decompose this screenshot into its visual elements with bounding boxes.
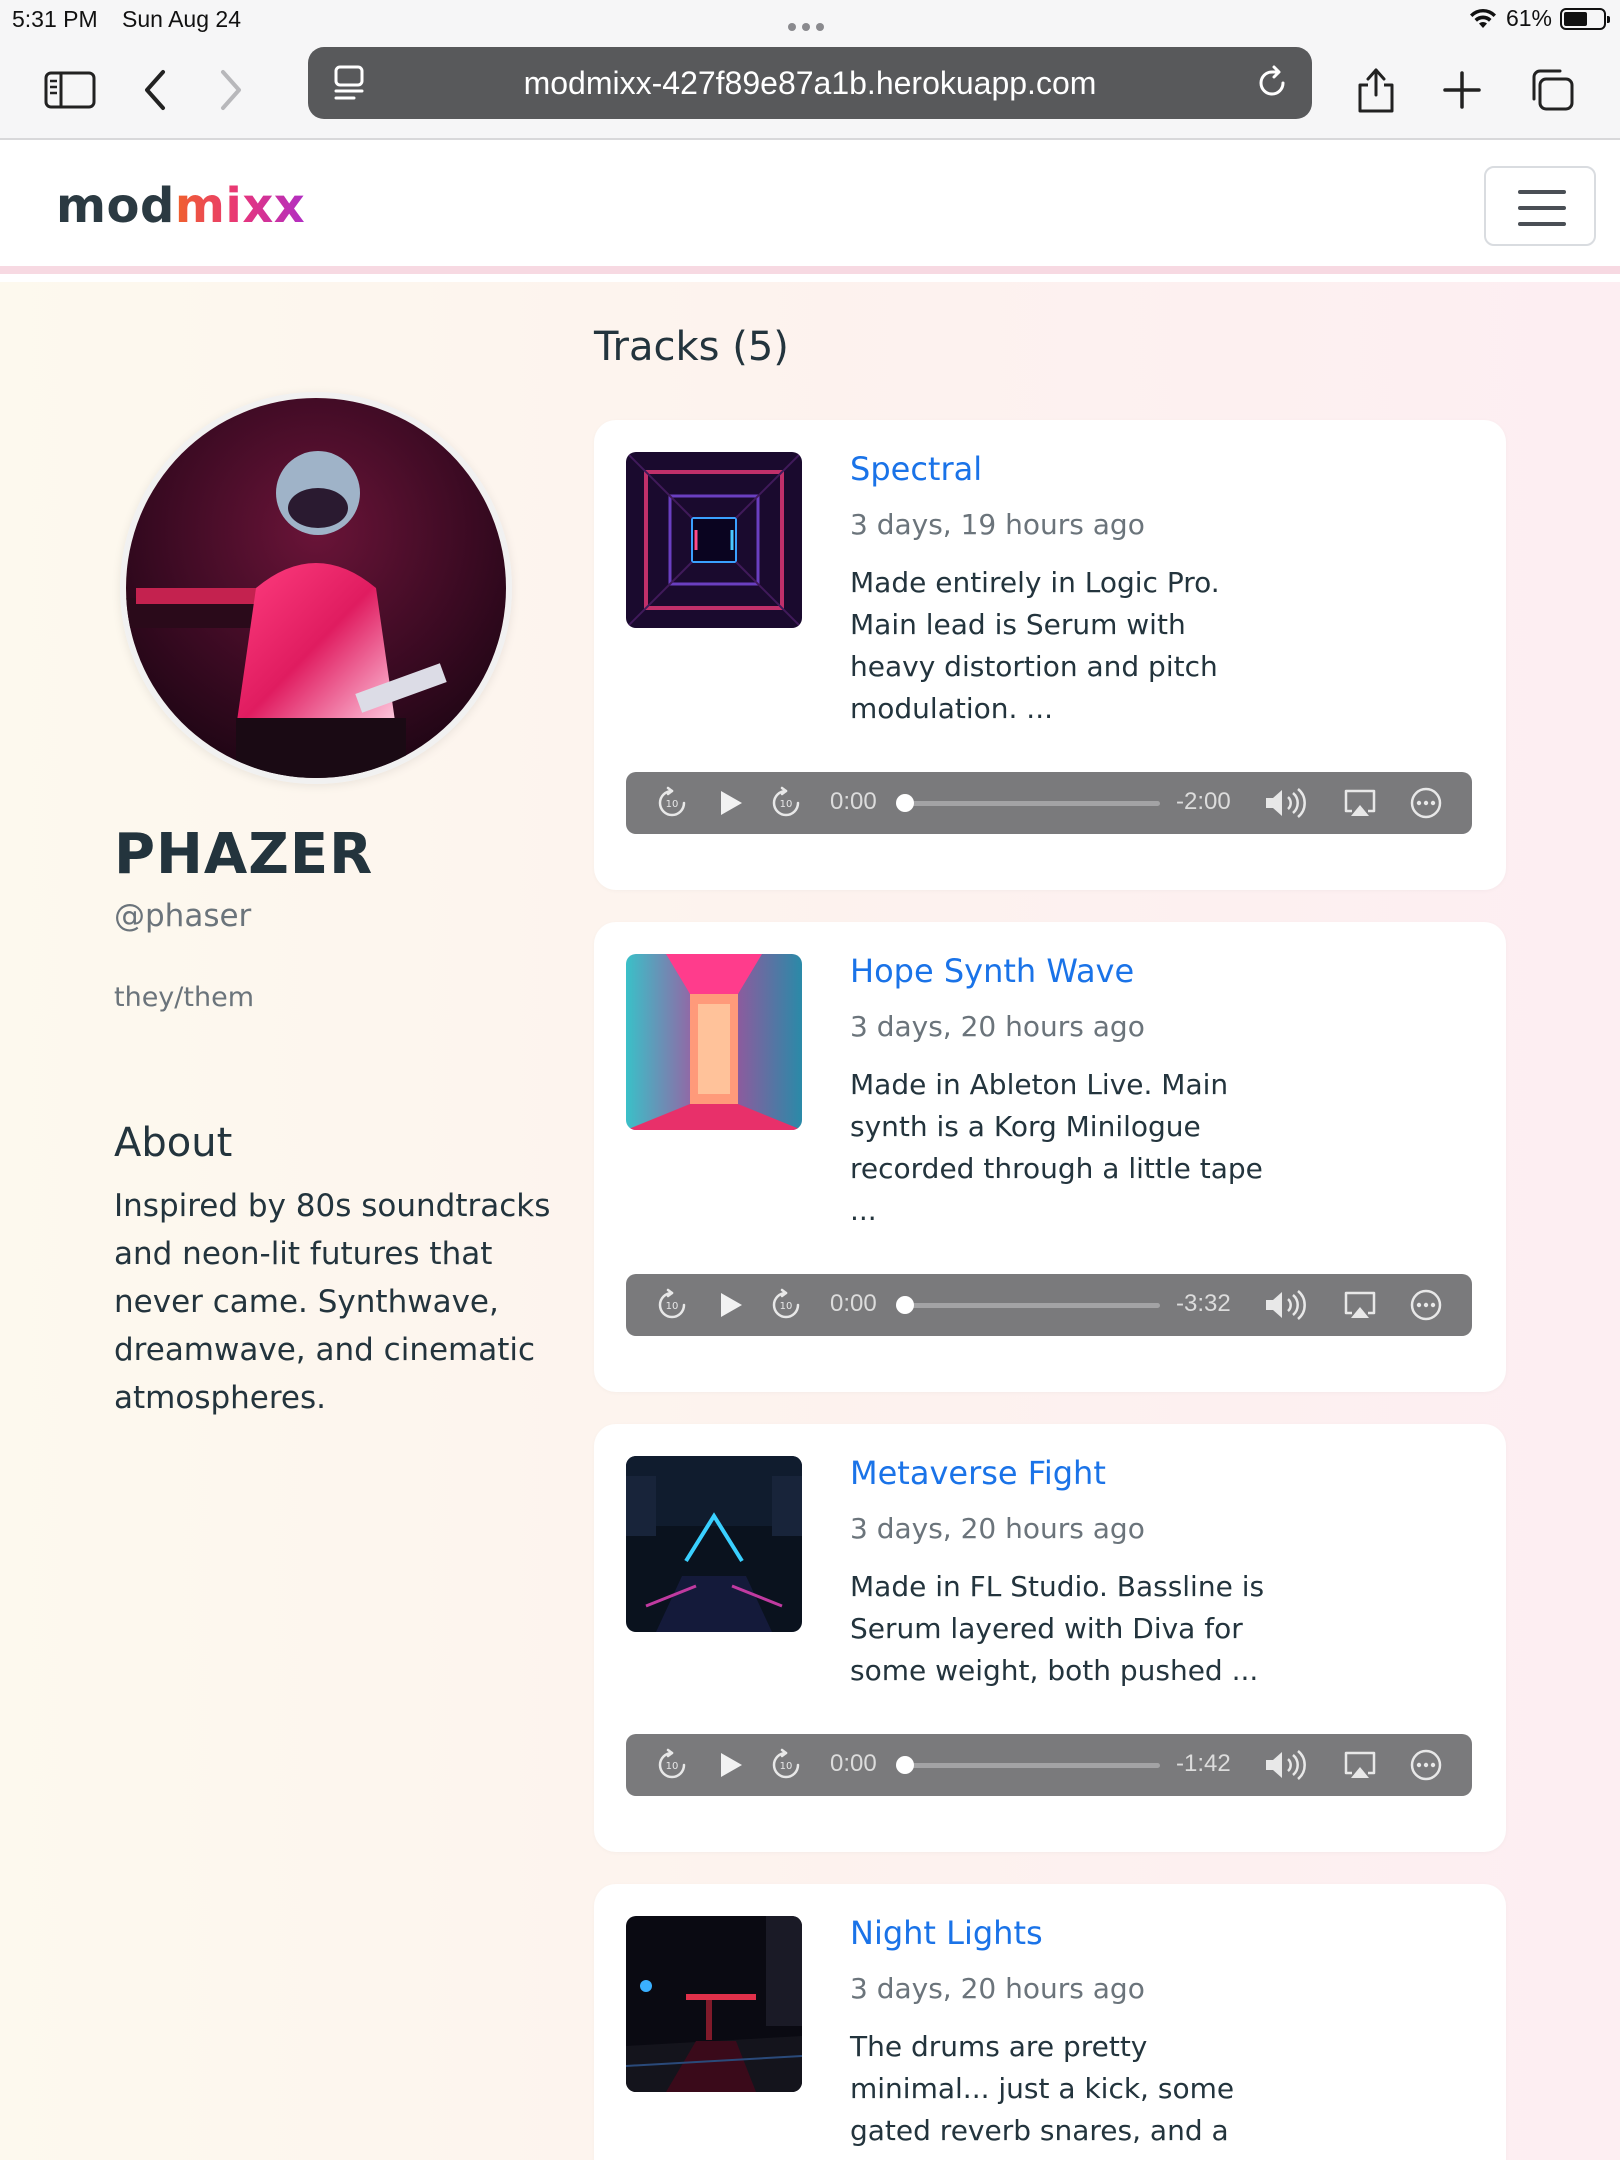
track-artwork[interactable] <box>626 1456 802 1632</box>
reload-icon[interactable] <box>1250 61 1294 105</box>
brand-logo[interactable]: modmixx <box>56 178 305 234</box>
volume-icon[interactable] <box>1262 785 1312 821</box>
audio-player: 10 10 0:00 -1:42 <box>626 1734 1472 1796</box>
more-options-icon[interactable] <box>1408 785 1444 821</box>
elapsed-time: 0:00 <box>830 1750 877 1777</box>
tracks-heading: Tracks (5) <box>594 324 789 370</box>
svg-text:10: 10 <box>780 799 793 810</box>
battery-icon <box>1560 7 1610 30</box>
svg-text:10: 10 <box>780 1761 793 1772</box>
tabs-icon[interactable] <box>1522 60 1582 120</box>
skip-back-icon[interactable]: 10 <box>654 1747 690 1783</box>
skip-forward-icon[interactable]: 10 <box>768 1287 804 1323</box>
track-card: Spectral 3 days, 19 hours ago Made entir… <box>594 420 1506 890</box>
progress-knob[interactable] <box>896 794 914 812</box>
track-artwork[interactable] <box>626 452 802 628</box>
track-timestamp: 3 days, 20 hours ago <box>850 1010 1145 1043</box>
play-icon[interactable] <box>712 1287 748 1323</box>
skip-back-icon[interactable]: 10 <box>654 1287 690 1323</box>
browser-toolbar: modmixx-427f89e87a1b.herokuapp.com <box>0 40 1620 140</box>
wifi-icon <box>1469 8 1496 28</box>
track-card: Night Lights 3 days, 20 hours ago The dr… <box>594 1884 1506 2160</box>
url-text[interactable]: modmixx-427f89e87a1b.herokuapp.com <box>308 47 1312 119</box>
track-title-link[interactable]: Night Lights <box>850 1914 1043 1952</box>
status-left: 5:31 PM Sun Aug 24 <box>12 6 259 33</box>
airplay-icon[interactable] <box>1342 785 1378 821</box>
status-time: 5:31 PM <box>12 6 98 32</box>
status-right: 61% <box>1468 5 1610 32</box>
svg-text:10: 10 <box>666 799 679 810</box>
track-title-link[interactable]: Spectral <box>850 450 982 488</box>
audio-player: 10 10 0:00 -2:00 <box>626 772 1472 834</box>
sidebar-icon[interactable] <box>40 60 100 120</box>
svg-text:10: 10 <box>666 1761 679 1772</box>
remaining-time: -1:42 <box>1176 1750 1231 1777</box>
svg-text:10: 10 <box>780 1301 793 1312</box>
profile-page: PHAZER @phaser they/them About Inspired … <box>0 282 1620 2160</box>
airplay-icon[interactable] <box>1342 1287 1378 1323</box>
progress-knob[interactable] <box>896 1296 914 1314</box>
progress-track[interactable] <box>900 801 1160 806</box>
remaining-time: -2:00 <box>1176 788 1231 815</box>
menu-toggle-button[interactable] <box>1484 166 1596 246</box>
progress-track[interactable] <box>900 1763 1160 1768</box>
play-icon[interactable] <box>712 785 748 821</box>
track-description: Made entirely in Logic Pro. Main lead is… <box>850 566 1220 725</box>
new-tab-icon[interactable] <box>1432 60 1492 120</box>
avatar <box>120 392 512 784</box>
address-bar[interactable]: modmixx-427f89e87a1b.herokuapp.com <box>308 47 1312 119</box>
play-icon[interactable] <box>712 1747 748 1783</box>
svg-text:10: 10 <box>666 1301 679 1312</box>
track-card: Hope Synth Wave 3 days, 20 hours ago Mad… <box>594 922 1506 1392</box>
track-description: Made in Ableton Live. Main synth is a Ko… <box>850 1068 1263 1227</box>
profile-name: PHAZER <box>114 822 374 887</box>
skip-back-icon[interactable]: 10 <box>654 785 690 821</box>
more-options-icon[interactable] <box>1408 1747 1444 1783</box>
track-title-link[interactable]: Metaverse Fight <box>850 1454 1106 1492</box>
track-artwork[interactable] <box>626 1916 802 2092</box>
profile-handle: @phaser <box>114 898 252 934</box>
track-artwork[interactable] <box>626 954 802 1130</box>
brand-main: mod <box>56 178 175 234</box>
track-timestamp: 3 days, 20 hours ago <box>850 1972 1145 2005</box>
progress-track[interactable] <box>900 1303 1160 1308</box>
elapsed-time: 0:00 <box>830 788 877 815</box>
brand-accent: mixx <box>174 178 306 234</box>
about-text: Inspired by 80s soundtracks and neon-lit… <box>114 1188 551 1416</box>
back-icon[interactable] <box>126 60 186 120</box>
elapsed-time: 0:00 <box>830 1290 877 1317</box>
track-card: Metaverse Fight 3 days, 20 hours ago Mad… <box>594 1424 1506 1852</box>
forward-icon[interactable] <box>200 60 260 120</box>
share-icon[interactable] <box>1346 60 1406 120</box>
progress-knob[interactable] <box>896 1756 914 1774</box>
track-timestamp: 3 days, 20 hours ago <box>850 1512 1145 1545</box>
remaining-time: -3:32 <box>1176 1290 1231 1317</box>
audio-player: 10 10 0:00 -3:32 <box>626 1274 1472 1336</box>
volume-icon[interactable] <box>1262 1287 1312 1323</box>
airplay-icon[interactable] <box>1342 1747 1378 1783</box>
profile-pronouns: they/them <box>114 982 254 1013</box>
track-description: Made in FL Studio. Bassline is Serum lay… <box>850 1570 1265 1687</box>
track-timestamp: 3 days, 19 hours ago <box>850 508 1145 541</box>
site-navbar: modmixx <box>0 142 1620 274</box>
skip-forward-icon[interactable]: 10 <box>768 785 804 821</box>
skip-forward-icon[interactable]: 10 <box>768 1747 804 1783</box>
track-title-link[interactable]: Hope Synth Wave <box>850 952 1134 990</box>
status-bar: 5:31 PM Sun Aug 24 61% <box>0 0 1620 40</box>
battery-percent: 61% <box>1505 5 1552 31</box>
volume-icon[interactable] <box>1262 1747 1312 1783</box>
status-date: Sun Aug 24 <box>122 6 241 32</box>
about-heading: About <box>114 1120 233 1166</box>
multitasking-dots-icon[interactable] <box>788 16 832 31</box>
more-options-icon[interactable] <box>1408 1287 1444 1323</box>
track-description: The drums are pretty minimal... just a k… <box>850 2030 1235 2147</box>
